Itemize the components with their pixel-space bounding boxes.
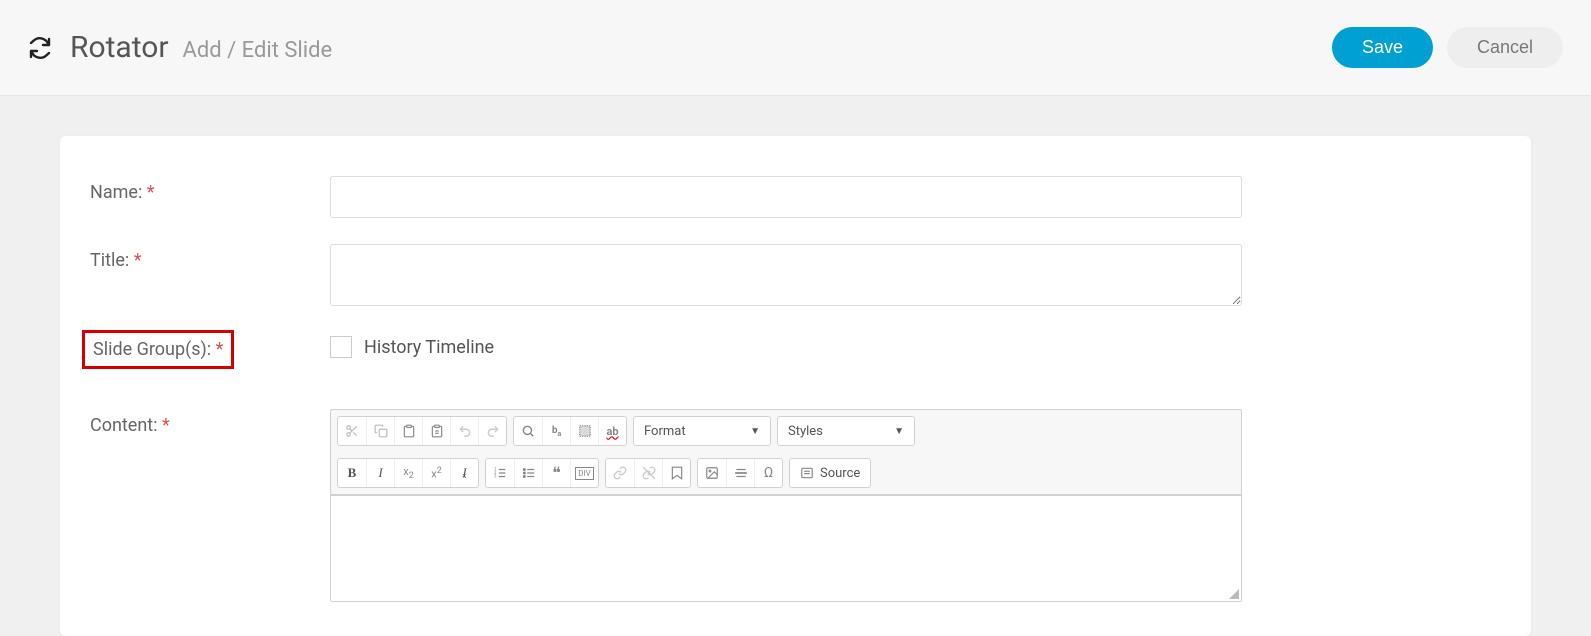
- format-dropdown-label: Format: [644, 424, 686, 439]
- slide-groups-row: Slide Group(s): * History Timeline: [90, 336, 1501, 369]
- slide-groups-label: Slide Group(s): *: [82, 330, 234, 369]
- text-format-group: B I x2 x2 Ix: [337, 458, 479, 488]
- bold-icon[interactable]: B: [338, 459, 366, 487]
- slide-groups-label-wrapper: Slide Group(s): *: [90, 336, 330, 369]
- link-group: [605, 458, 691, 488]
- undo-icon[interactable]: [450, 417, 478, 445]
- name-label-text: Name:: [90, 182, 142, 203]
- replace-icon[interactable]: ba: [542, 417, 570, 445]
- special-char-icon[interactable]: Ω: [754, 459, 782, 487]
- resize-handle-icon[interactable]: [1229, 589, 1239, 599]
- page-subtitle: Add / Edit Slide: [183, 38, 333, 63]
- copy-icon[interactable]: [366, 417, 394, 445]
- header-actions: Save Cancel: [1332, 27, 1563, 68]
- slide-group-option: History Timeline: [330, 336, 1242, 358]
- caret-down-icon: ▼: [750, 426, 760, 437]
- redo-icon[interactable]: [478, 417, 506, 445]
- refresh-icon: [28, 36, 52, 60]
- content-label-text: Content:: [90, 415, 158, 436]
- content-label: Content: *: [90, 409, 330, 436]
- find-icon[interactable]: [514, 417, 542, 445]
- page-title-block: Rotator Add / Edit Slide: [70, 30, 332, 65]
- insert-group: Ω: [697, 458, 783, 488]
- name-row: Name: *: [90, 176, 1501, 218]
- image-icon[interactable]: [698, 459, 726, 487]
- blockquote-icon[interactable]: ❝: [542, 459, 570, 487]
- unordered-list-icon[interactable]: [514, 459, 542, 487]
- ordered-list-icon[interactable]: 123: [486, 459, 514, 487]
- history-timeline-label: History Timeline: [364, 337, 494, 358]
- rich-text-editor: ba ab Format ▼: [330, 409, 1242, 602]
- name-label: Name: *: [90, 176, 330, 203]
- editor-content-area[interactable]: [331, 495, 1241, 601]
- caret-down-icon: ▼: [894, 426, 904, 437]
- paste-text-icon[interactable]: [422, 417, 450, 445]
- cancel-button[interactable]: Cancel: [1447, 27, 1563, 68]
- slide-groups-label-text: Slide Group(s):: [93, 339, 211, 360]
- page-title: Rotator: [70, 30, 169, 65]
- unlink-icon[interactable]: [634, 459, 662, 487]
- link-icon[interactable]: [606, 459, 634, 487]
- title-row: Title: *: [90, 244, 1501, 310]
- required-marker: *: [134, 250, 142, 271]
- history-timeline-checkbox[interactable]: [330, 336, 352, 358]
- spellcheck-icon[interactable]: ab: [598, 417, 626, 445]
- list-group: 123 ❝ DIV: [485, 458, 599, 488]
- name-input[interactable]: [330, 176, 1242, 218]
- superscript-icon[interactable]: x2: [422, 459, 450, 487]
- save-button[interactable]: Save: [1332, 27, 1433, 68]
- form-panel: Name: * Title: * Slide Group(s): *: [60, 136, 1531, 636]
- content-row: Content: *: [90, 409, 1501, 602]
- page-header: Rotator Add / Edit Slide Save Cancel: [0, 0, 1591, 96]
- cut-icon[interactable]: [338, 417, 366, 445]
- horizontal-rule-icon[interactable]: [726, 459, 754, 487]
- remove-format-icon[interactable]: Ix: [450, 459, 478, 487]
- title-label-text: Title:: [90, 250, 129, 271]
- styles-dropdown-label: Styles: [788, 424, 823, 439]
- paste-icon[interactable]: [394, 417, 422, 445]
- italic-icon[interactable]: I: [366, 459, 394, 487]
- title-input[interactable]: [330, 244, 1242, 306]
- required-marker: *: [147, 182, 155, 203]
- title-label: Title: *: [90, 244, 330, 271]
- page-body: Name: * Title: * Slide Group(s): *: [0, 96, 1591, 636]
- source-button[interactable]: Source: [789, 458, 871, 488]
- source-button-label: Source: [820, 466, 860, 481]
- format-dropdown[interactable]: Format ▼: [633, 416, 771, 446]
- required-marker: *: [216, 339, 224, 360]
- div-container-icon[interactable]: DIV: [570, 459, 598, 487]
- svg-text:3: 3: [494, 474, 497, 479]
- editor-toolbar: ba ab Format ▼: [331, 410, 1241, 495]
- anchor-icon[interactable]: [662, 459, 690, 487]
- styles-dropdown[interactable]: Styles ▼: [777, 416, 915, 446]
- subscript-icon[interactable]: x2: [394, 459, 422, 487]
- header-left: Rotator Add / Edit Slide: [28, 30, 332, 65]
- find-group: ba ab: [513, 416, 627, 446]
- select-all-icon[interactable]: [570, 417, 598, 445]
- required-marker: *: [162, 415, 170, 436]
- clipboard-group: [337, 416, 507, 446]
